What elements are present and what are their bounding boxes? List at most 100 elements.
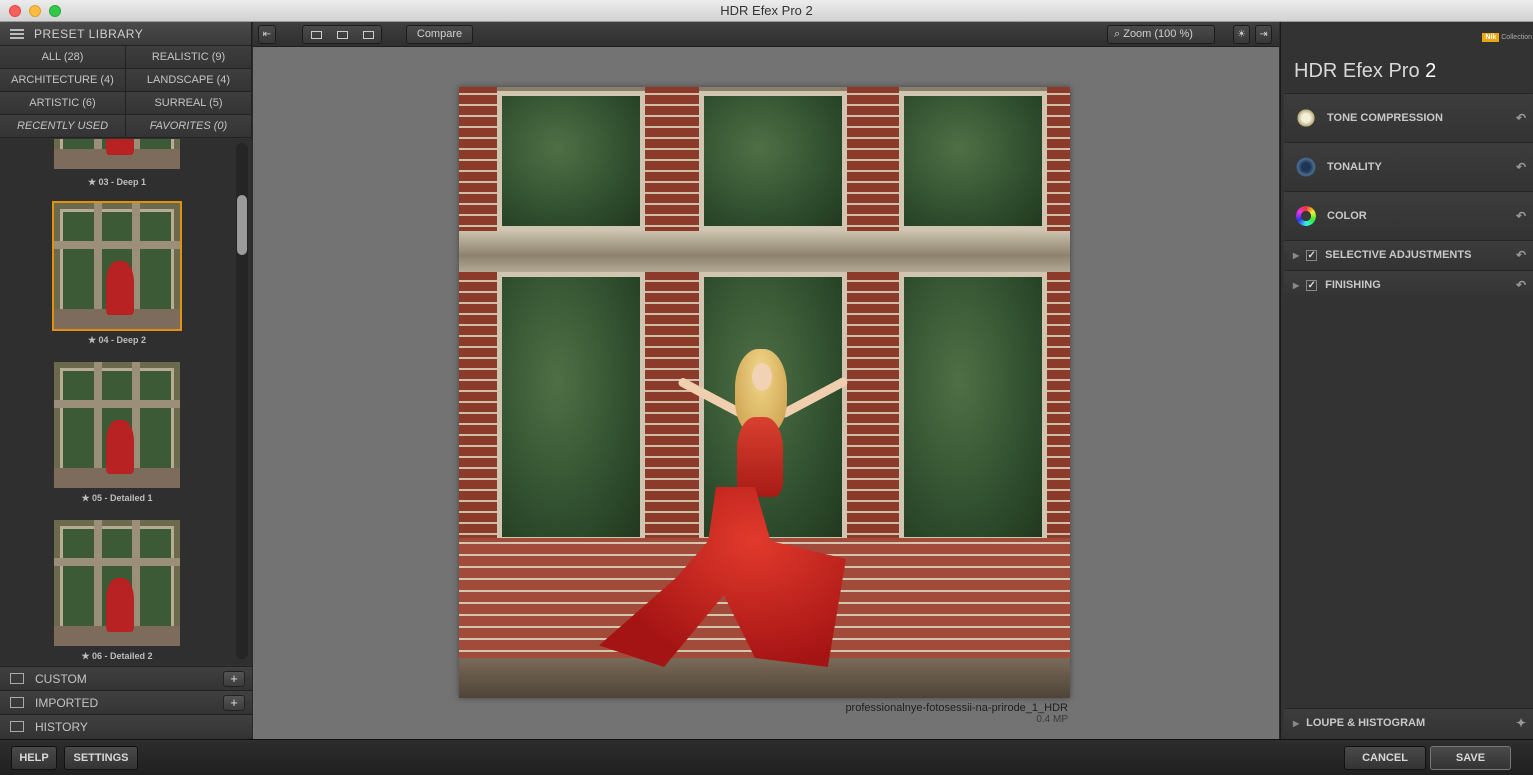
tone-compression-label: TONE COMPRESSION [1327, 111, 1443, 124]
help-button[interactable]: HELP [11, 746, 57, 770]
preset-scrollbar[interactable] [236, 143, 248, 659]
sun-icon [1296, 107, 1316, 128]
reset-color-icon[interactable]: ↶ [1516, 209, 1526, 223]
hide-left-panel-button[interactable]: ⇤ [258, 25, 276, 44]
section-imported[interactable]: IMPORTED + [0, 690, 252, 714]
settings-button[interactable]: SETTINGS [64, 746, 138, 770]
torso [737, 417, 783, 497]
brand-text: Collection [1501, 34, 1532, 41]
preset-library-title: PRESET LIBRARY [34, 26, 144, 41]
category-favorites[interactable]: FAVORITES (0) [126, 115, 252, 138]
preset-label-detailed-1: ★ 05 - Detailed 1 [81, 493, 153, 503]
preset-label-detailed-2: ★ 06 - Detailed 2 [81, 651, 153, 661]
adjustments-panel: Nik Collection HDR Efex Pro 2 TONE COMPR… [1280, 22, 1533, 739]
import-icon [10, 697, 24, 708]
preset-label-deep-2: ★ 04 - Deep 2 [87, 335, 147, 345]
cancel-button[interactable]: CANCEL [1344, 746, 1426, 770]
preset-library-panel: PRESET LIBRARY ALL (28) REALISTIC (9) AR… [0, 22, 252, 739]
category-realistic[interactable]: REALISTIC (9) [126, 46, 252, 69]
category-artistic[interactable]: ARTISTIC (6) [0, 92, 126, 115]
window-pane [497, 272, 645, 542]
compare-button[interactable]: Compare [406, 25, 473, 44]
preset-thumbnail-detailed-2[interactable] [54, 520, 180, 646]
finishing-label: FINISHING [1325, 279, 1381, 291]
tonality-label: TONALITY [1327, 160, 1382, 173]
section-custom-label: CUSTOM [35, 671, 87, 686]
reset-tone-compression-icon[interactable]: ↶ [1516, 111, 1526, 125]
color-label: COLOR [1327, 209, 1367, 222]
nik-badge: Nik [1482, 33, 1500, 42]
background-brightness-button[interactable]: ☀ [1233, 25, 1250, 44]
expand-triangle-icon[interactable]: ▶ [1293, 281, 1299, 290]
history-icon [10, 721, 24, 732]
add-custom-button[interactable]: + [223, 671, 245, 687]
window-pane [899, 91, 1047, 231]
window-title: HDR Efex Pro 2 [720, 3, 813, 18]
scrollbar-thumb[interactable] [237, 195, 247, 255]
add-imported-button[interactable]: + [223, 695, 245, 711]
category-all[interactable]: ALL (28) [0, 46, 126, 69]
expand-triangle-icon[interactable]: ▶ [1293, 719, 1299, 728]
minimize-window-button[interactable] [29, 5, 41, 17]
menu-icon [10, 28, 24, 39]
reset-tonality-icon[interactable]: ↶ [1516, 160, 1526, 174]
image-size: 0.4 MP [1036, 714, 1068, 725]
color-wheel-icon [1296, 205, 1316, 226]
preset-thumbnail-deep-1[interactable] [54, 139, 180, 169]
category-landscape[interactable]: LANDSCAPE (4) [126, 69, 252, 92]
preset-thumbnail-deep-2[interactable] [52, 201, 182, 331]
category-surreal[interactable]: SURREAL (5) [126, 92, 252, 115]
section-tonality[interactable]: TONALITY ↶ [1284, 142, 1533, 190]
pin-icon[interactable]: ✦ [1516, 716, 1526, 730]
side-by-side-view-icon[interactable] [362, 30, 374, 39]
window-pane [699, 91, 847, 231]
window-pane [899, 272, 1047, 542]
save-button[interactable]: SAVE [1430, 746, 1511, 770]
image-filename: professionalnye-fotosessii-na-prirode_1_… [845, 702, 1068, 714]
magnifier-icon: ⌕ [1114, 28, 1124, 40]
category-recently-used[interactable]: RECENTLY USED [0, 115, 126, 138]
selective-adjustments-label: SELECTIVE ADJUSTMENTS [1325, 249, 1472, 261]
reset-selective-icon[interactable]: ↶ [1516, 248, 1526, 262]
preset-categories: ALL (28) REALISTIC (9) ARCHITECTURE (4) … [0, 46, 252, 138]
image-info: professionalnye-fotosessii-na-prirode_1_… [845, 702, 1068, 726]
split-view-icon[interactable] [336, 30, 348, 39]
view-mode-group [302, 25, 382, 44]
zoom-window-button[interactable] [49, 5, 61, 17]
window-pane [497, 91, 645, 231]
preset-library-header[interactable]: PRESET LIBRARY [0, 22, 251, 46]
loupe-histogram-label: LOUPE & HISTOGRAM [1306, 717, 1426, 729]
expand-triangle-icon[interactable]: ▶ [1293, 251, 1299, 260]
panel-title: HDR Efex Pro 2 [1294, 60, 1436, 83]
section-loupe-histogram[interactable]: ▶ LOUPE & HISTOGRAM ✦ [1284, 708, 1533, 737]
preview-image[interactable] [459, 87, 1070, 698]
aperture-icon [1296, 156, 1316, 177]
preset-label-deep-1: ★ 03 - Deep 1 [87, 177, 147, 187]
category-architecture[interactable]: ARCHITECTURE (4) [0, 69, 126, 92]
panel-title-main: HDR Efex Pro [1294, 60, 1420, 82]
section-tone-compression[interactable]: TONE COMPRESSION ↶ [1284, 93, 1533, 141]
title-bar: HDR Efex Pro 2 [0, 0, 1533, 22]
section-color[interactable]: COLOR ↶ [1284, 191, 1533, 239]
preset-thumbnail-detailed-1[interactable] [54, 362, 180, 488]
section-custom[interactable]: CUSTOM + [0, 666, 252, 690]
finishing-checkbox[interactable]: ✓ [1306, 279, 1318, 291]
zoom-dropdown[interactable]: ⌕ Zoom (100 %) [1107, 25, 1215, 44]
section-history-label: HISTORY [35, 719, 88, 734]
preset-thumbnail-list: ★ 03 - Deep 1 ★ 04 - Deep 2 ★ 05 - Detai… [0, 139, 252, 665]
toolbar: ⇤ Compare ⌕ Zoom (100 %) ☀ ⇥ [253, 22, 1279, 47]
section-finishing[interactable]: ▶ ✓ FINISHING ↶ [1284, 270, 1533, 299]
single-view-icon[interactable] [310, 30, 322, 39]
hide-right-panel-button[interactable]: ⇥ [1255, 25, 1272, 44]
window-crossbeam [459, 231, 1070, 272]
section-history[interactable]: HISTORY [0, 714, 252, 738]
panel-title-version: 2 [1425, 60, 1437, 82]
reset-finishing-icon[interactable]: ↶ [1516, 278, 1526, 292]
selective-adjustments-checkbox[interactable]: ✓ [1306, 249, 1318, 261]
face [752, 363, 772, 391]
bottom-bar: HELP SETTINGS CANCEL SAVE [0, 739, 1533, 775]
image-canvas[interactable]: professionalnye-fotosessii-na-prirode_1_… [253, 47, 1279, 739]
close-window-button[interactable] [9, 5, 21, 17]
rubble [459, 658, 1070, 698]
section-selective-adjustments[interactable]: ▶ ✓ SELECTIVE ADJUSTMENTS ↶ [1284, 240, 1533, 269]
